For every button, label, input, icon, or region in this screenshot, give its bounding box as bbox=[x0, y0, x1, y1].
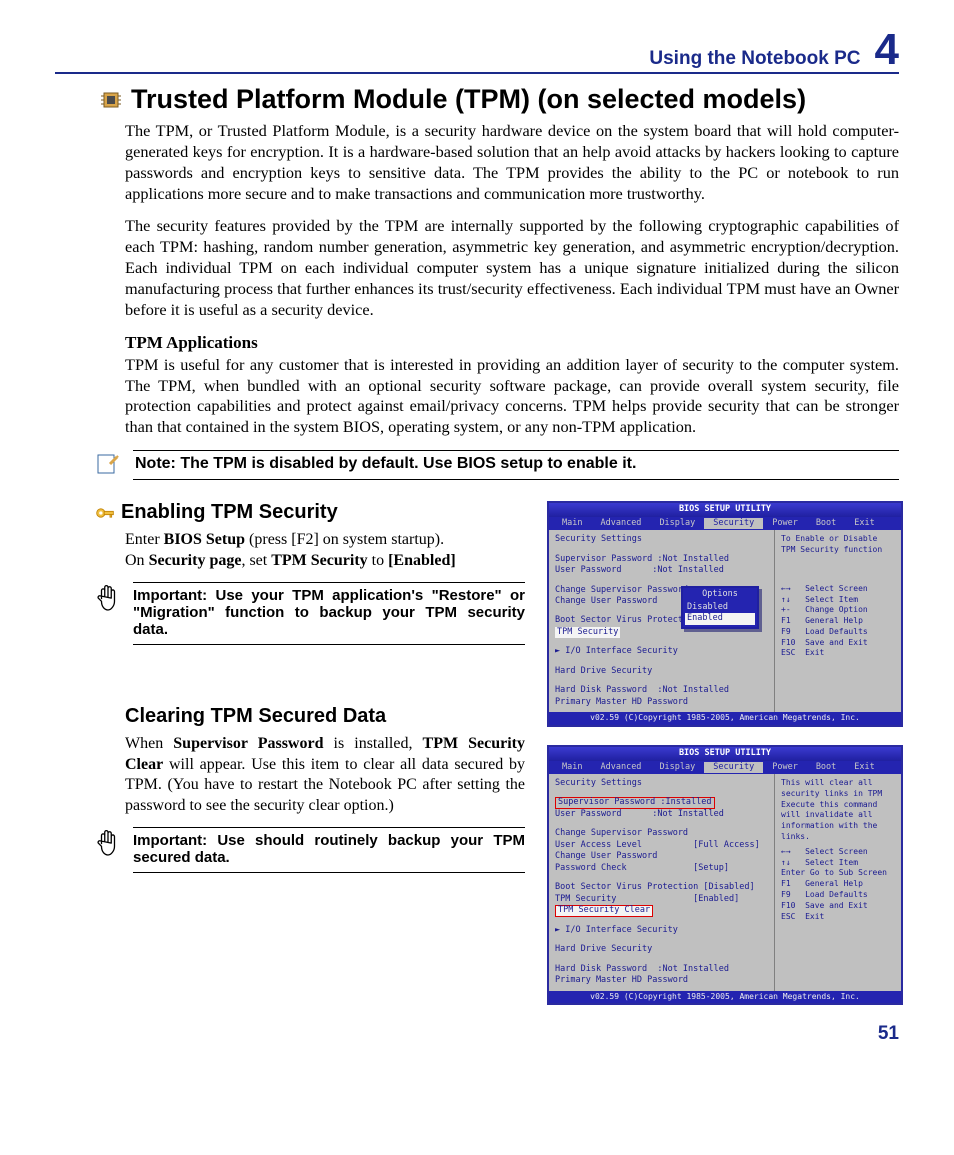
header-rule bbox=[55, 72, 899, 74]
bios-primary-master-hd: Primary Master HD Password bbox=[555, 697, 768, 708]
bios-tab-main: Main bbox=[553, 762, 591, 773]
bios-tpm-security-enabled: TPM Security [Enabled] bbox=[555, 894, 768, 905]
bios-password-check: Password Check [Setup] bbox=[555, 863, 768, 874]
bios-tab-display: Display bbox=[650, 518, 704, 529]
bios-tabs: Main Advanced Display Security Power Boo… bbox=[549, 517, 901, 530]
hand-stop-icon bbox=[95, 827, 121, 864]
bios-change-user-password: Change User Password bbox=[555, 851, 768, 862]
page-number: 51 bbox=[547, 1023, 899, 1045]
tpm-chip-icon bbox=[99, 88, 123, 112]
bios-tab-main: Main bbox=[553, 518, 591, 529]
bios-tabs: Main Advanced Display Security Power Boo… bbox=[549, 761, 901, 774]
bios-user-access-level: User Access Level [Full Access] bbox=[555, 840, 768, 851]
bios-tab-power: Power bbox=[763, 762, 807, 773]
intro-paragraph-2: The security features provided by the TP… bbox=[125, 216, 899, 320]
bios-supervisor-password: Supervisor Password :Not Installed bbox=[555, 554, 768, 565]
header-section: Using the Notebook PC bbox=[649, 48, 860, 70]
bios-tab-advanced: Advanced bbox=[591, 762, 650, 773]
bios-title: BIOS SETUP UTILITY bbox=[549, 503, 901, 516]
hand-stop-icon bbox=[95, 582, 121, 619]
bios-screenshot-clear: BIOS SETUP UTILITY Main Advanced Display… bbox=[547, 745, 903, 1005]
bios-io-interface-security: ► I/O Interface Security bbox=[555, 925, 768, 936]
tpm-applications-heading: TPM Applications bbox=[125, 333, 899, 353]
bios-hard-disk-password: Hard Disk Password :Not Installed bbox=[555, 685, 768, 696]
bios-options-popup: Options Disabled Enabled bbox=[681, 586, 759, 628]
important-routine-backup: Important: Use should routinely backup y… bbox=[133, 827, 525, 873]
bios-change-supervisor-password: Change Supervisor Password bbox=[555, 828, 768, 839]
bios-hard-drive-security: Hard Drive Security bbox=[555, 944, 768, 955]
key-icon bbox=[95, 503, 115, 523]
bios-tpm-security-clear: TPM Security Clear bbox=[555, 905, 768, 916]
bios-tab-exit: Exit bbox=[845, 518, 883, 529]
bios-footer: v02.59 (C)Copyright 1985-2005, American … bbox=[549, 991, 901, 1004]
bios-supervisor-password-installed: Supervisor Password :Installed bbox=[555, 797, 768, 808]
enabling-tpm-instructions: Enter BIOS Setup (press [F2] on system s… bbox=[125, 530, 525, 572]
note-disabled-by-default: Note: The TPM is disabled by default. Us… bbox=[133, 450, 899, 480]
bios-user-password: User Password :Not Installed bbox=[555, 809, 768, 820]
bios-tab-security: Security bbox=[704, 762, 763, 773]
chapter-number: 4 bbox=[875, 30, 899, 70]
tpm-applications-body: TPM is useful for any customer that is i… bbox=[125, 355, 899, 438]
bios-help-text: To Enable or Disable TPM Security functi… bbox=[781, 534, 895, 556]
bios-tab-boot: Boot bbox=[807, 518, 845, 529]
note-icon bbox=[95, 450, 119, 481]
bios-tab-display: Display bbox=[650, 762, 704, 773]
bios-title: BIOS SETUP UTILITY bbox=[549, 747, 901, 760]
bios-tab-advanced: Advanced bbox=[591, 518, 650, 529]
bios-screenshot-enable: BIOS SETUP UTILITY Main Advanced Display… bbox=[547, 501, 903, 727]
bios-tpm-security-row: TPM Security bbox=[555, 627, 768, 638]
bios-hard-disk-password: Hard Disk Password :Not Installed bbox=[555, 964, 768, 975]
intro-paragraph-1: The TPM, or Trusted Platform Module, is … bbox=[125, 121, 899, 204]
bios-key-legend: ←→ Select Screen ↑↓ Select Item +- Chang… bbox=[781, 584, 895, 660]
bios-hard-drive-security: Hard Drive Security bbox=[555, 666, 768, 677]
clearing-tpm-body: When Supervisor Password is installed, T… bbox=[125, 734, 525, 817]
bios-security-settings: Security Settings bbox=[555, 534, 768, 545]
bios-tab-security: Security bbox=[704, 518, 763, 529]
bios-tab-power: Power bbox=[763, 518, 807, 529]
clearing-tpm-heading: Clearing TPM Secured Data bbox=[125, 705, 386, 728]
bios-help-text: This will clear all security links in TP… bbox=[781, 778, 895, 843]
bios-footer: v02.59 (C)Copyright 1985-2005, American … bbox=[549, 712, 901, 725]
bios-boot-sector-virus: Boot Sector Virus Protection [Disabled] bbox=[555, 882, 768, 893]
enabling-tpm-heading: Enabling TPM Security bbox=[121, 501, 338, 524]
bios-user-password: User Password :Not Installed bbox=[555, 565, 768, 576]
bios-security-settings: Security Settings bbox=[555, 778, 768, 789]
important-backup-restore: Important: Use your TPM application's "R… bbox=[133, 582, 525, 645]
bios-primary-master-hd: Primary Master HD Password bbox=[555, 975, 768, 986]
page-title: Trusted Platform Module (TPM) (on select… bbox=[131, 84, 806, 115]
bios-popup-title: Options bbox=[685, 589, 755, 600]
bios-tab-boot: Boot bbox=[807, 762, 845, 773]
bios-key-legend: ←→ Select Screen ↑↓ Select Item Enter Go… bbox=[781, 847, 895, 923]
bios-io-interface-security: ► I/O Interface Security bbox=[555, 646, 768, 657]
bios-popup-disabled: Disabled bbox=[685, 602, 755, 613]
bios-tab-exit: Exit bbox=[845, 762, 883, 773]
bios-popup-enabled: Enabled bbox=[685, 613, 755, 624]
